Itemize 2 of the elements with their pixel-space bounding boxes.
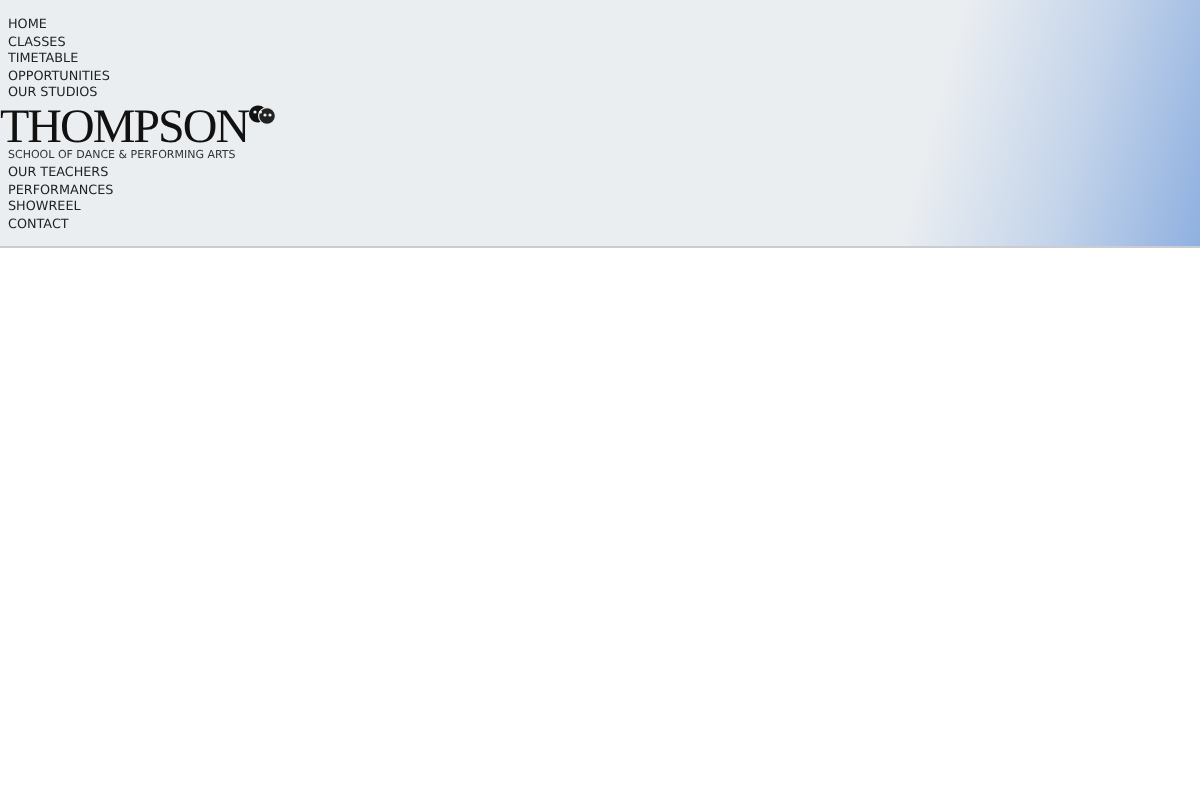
logo-wordmark[interactable]: THOMPSON <box>0 105 249 150</box>
theatre-masks-icon <box>248 103 277 126</box>
